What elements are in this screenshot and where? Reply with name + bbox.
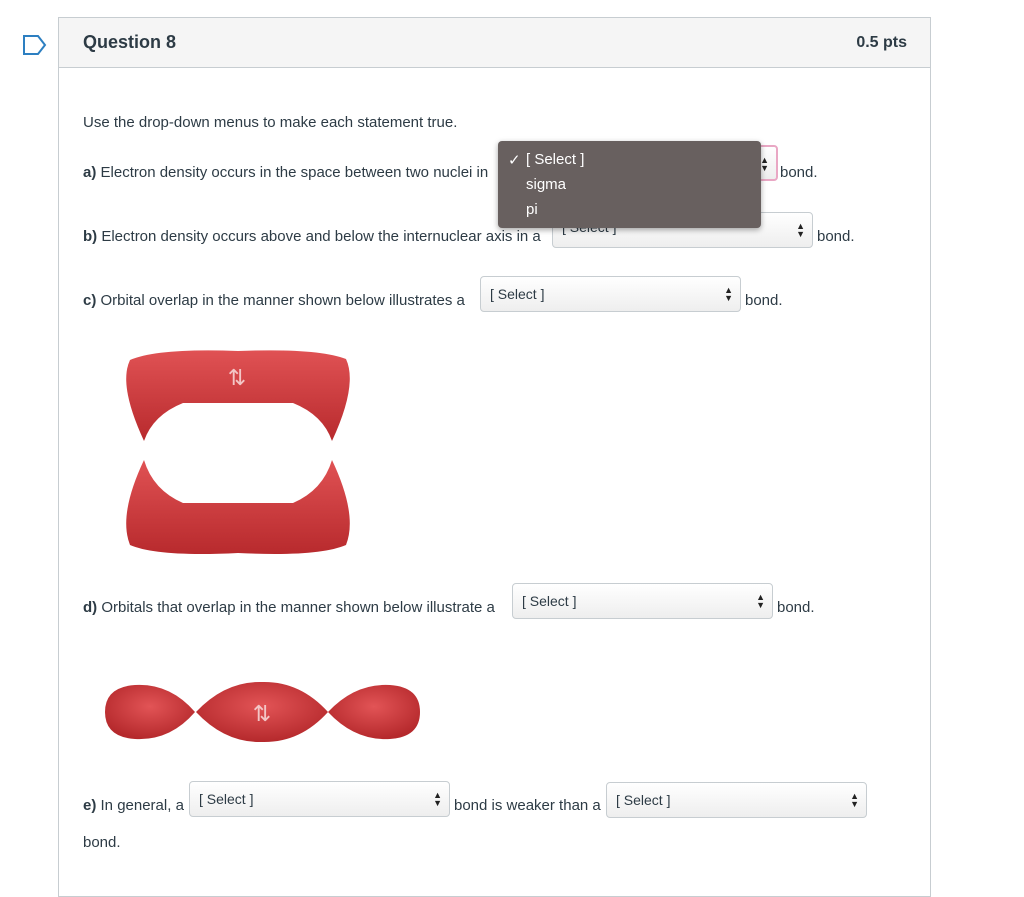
statement-d-suffix: bond.: [777, 599, 815, 616]
statement-b-letter: b): [83, 228, 98, 245]
statement-b-suffix: bond.: [817, 228, 855, 245]
select-e-second-value: [ Select ]: [616, 792, 671, 808]
statement-b: b) Electron density occurs above and bel…: [83, 228, 541, 245]
select-arrows-icon: ▲ ▼: [724, 285, 733, 303]
dropdown-option-label: [ Select ]: [526, 151, 585, 168]
statement-d: d) Orbitals that overlap in the manner s…: [83, 599, 495, 616]
statement-a-letter: a): [83, 164, 97, 181]
pi-electron-pair-label: ⇅: [228, 366, 246, 391]
statement-c-letter: c): [83, 292, 97, 309]
statement-a: a) Electron density occurs in the space …: [83, 164, 488, 181]
instructions-text: Use the drop-down menus to make each sta…: [83, 114, 458, 131]
dropdown-menu-a[interactable]: ✓ [ Select ] sigma pi: [498, 141, 761, 228]
pi-bond-orbital-image: ⇅: [126, 350, 350, 554]
statement-e: e) In general, a: [83, 797, 184, 814]
question-points: 0.5 pts: [856, 34, 907, 51]
statement-a-text: Electron density occurs in the space bet…: [100, 164, 489, 181]
select-arrows-icon: ▲ ▼: [760, 155, 769, 173]
select-e-second[interactable]: [ Select ] ▲ ▼: [606, 782, 867, 818]
select-arrows-icon: ▲ ▼: [850, 791, 859, 809]
dropdown-option-pi[interactable]: pi: [526, 201, 538, 218]
question-title: Question 8: [83, 32, 177, 52]
select-arrows-icon: ▲ ▼: [756, 592, 765, 610]
sigma-electron-pair-label: ⇅: [253, 702, 271, 727]
select-c-value: [ Select ]: [490, 286, 545, 302]
statement-e-letter: e): [83, 797, 97, 814]
statement-c-suffix: bond.: [745, 292, 783, 309]
statement-a-suffix: bond.: [780, 164, 818, 181]
select-e-first[interactable]: [ Select ] ▲ ▼: [189, 781, 450, 817]
statement-d-text: Orbitals that overlap in the manner show…: [101, 599, 495, 616]
statement-e-middle: bond is weaker than a: [454, 797, 601, 814]
sigma-bond-orbital-image: ⇅: [105, 681, 420, 743]
statement-e-end: bond.: [83, 834, 121, 851]
dropdown-option-select[interactable]: ✓ [ Select ]: [508, 151, 585, 169]
select-arrows-icon: ▲ ▼: [796, 221, 805, 239]
question-header: Question 8 0.5 pts: [59, 18, 930, 68]
statement-e-text: In general, a: [100, 797, 184, 814]
statement-c: c) Orbital overlap in the manner shown b…: [83, 292, 465, 309]
select-d-value: [ Select ]: [522, 593, 577, 609]
select-d[interactable]: [ Select ] ▲ ▼: [512, 583, 773, 619]
statement-d-letter: d): [83, 599, 98, 616]
select-e-first-value: [ Select ]: [199, 791, 254, 807]
select-arrows-icon: ▲ ▼: [433, 790, 442, 808]
bookmark-icon[interactable]: [23, 35, 47, 55]
statement-b-text: Electron density occurs above and below …: [101, 228, 541, 245]
statement-c-text: Orbital overlap in the manner shown belo…: [100, 292, 465, 309]
checkmark-icon: ✓: [508, 152, 521, 169]
dropdown-option-sigma[interactable]: sigma: [526, 176, 566, 193]
select-c[interactable]: [ Select ] ▲ ▼: [480, 276, 741, 312]
